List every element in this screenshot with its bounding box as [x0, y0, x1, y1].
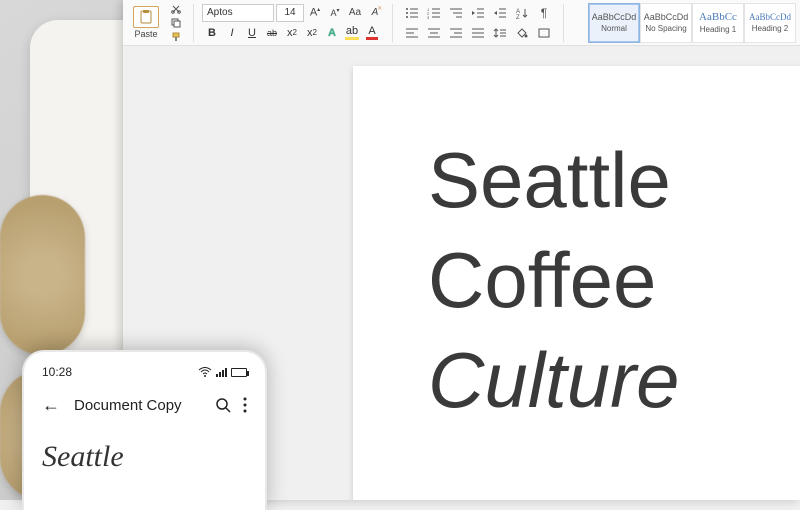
scissors-icon [171, 4, 181, 14]
style-preview: AaBbCcDd [749, 12, 791, 22]
strikethrough-button[interactable]: ab [262, 24, 282, 42]
phone-time: 10:28 [42, 365, 72, 379]
style-heading-1[interactable]: AaBbCc Heading 1 [692, 3, 744, 43]
styles-gallery: AaBbCcDd Normal AaBbCcDd No Spacing AaBb… [588, 3, 796, 43]
multilevel-list-button[interactable] [445, 4, 467, 22]
document-page[interactable]: Seattle Coffee Culture [353, 66, 800, 500]
style-name-label: Heading 2 [752, 24, 788, 33]
bucket-icon [515, 27, 529, 39]
svg-text:Z: Z [516, 15, 520, 19]
subscript-button[interactable]: x2 [282, 24, 302, 42]
numbering-icon: 123 [427, 7, 441, 19]
increase-indent-button[interactable] [489, 4, 511, 22]
copy-button[interactable] [167, 16, 185, 29]
paste-label: Paste [134, 29, 157, 39]
more-vertical-icon [243, 397, 247, 413]
borders-button[interactable] [533, 24, 555, 42]
highlight-button[interactable]: ab [342, 24, 362, 42]
document-title[interactable]: Seattle Coffee Culture [428, 131, 800, 430]
align-center-button[interactable] [423, 24, 445, 42]
svg-text:3: 3 [427, 15, 430, 19]
bold-button[interactable]: B [202, 24, 222, 42]
phone-header: ← Document Copy [42, 392, 247, 418]
sort-icon: AZ [515, 7, 529, 19]
italic-button[interactable]: I [222, 24, 242, 42]
phone-overlay: 10:28 ← Document Copy Seattle [22, 350, 267, 510]
separator [563, 4, 564, 42]
shrink-font-button[interactable]: A▾ [326, 4, 344, 22]
style-preview: AaBbCc [699, 11, 737, 23]
style-heading-2[interactable]: AaBbCcDd Heading 2 [744, 3, 796, 43]
title-line-1: Seattle [428, 131, 800, 231]
search-icon [215, 397, 231, 413]
ribbon-toolbar: Paste Aptos 14 A▴ A▾ Aa A✕ B I U [123, 0, 800, 46]
line-spacing-button[interactable] [489, 24, 511, 42]
cookie-decor-1 [0, 195, 85, 355]
font-color-button[interactable]: A [362, 24, 382, 42]
numbering-button[interactable]: 123 [423, 4, 445, 22]
align-left-icon [405, 27, 419, 39]
align-right-button[interactable] [445, 24, 467, 42]
separator [392, 4, 393, 42]
brush-icon [171, 32, 181, 42]
battery-icon [231, 368, 247, 377]
justify-button[interactable] [467, 24, 489, 42]
font-size-select[interactable]: 14 [276, 4, 304, 22]
format-painter-button[interactable] [167, 30, 185, 43]
clear-formatting-button[interactable]: A✕ [366, 4, 384, 22]
search-button[interactable] [215, 397, 231, 413]
wifi-icon [198, 367, 212, 377]
grow-font-button[interactable]: A▴ [306, 4, 324, 22]
signal-icon [216, 367, 227, 377]
style-normal[interactable]: AaBbCcDd Normal [588, 3, 640, 43]
phone-doc-content[interactable]: Seattle [42, 440, 247, 474]
underline-button[interactable]: U [242, 24, 262, 42]
phone-status-bar: 10:28 [42, 362, 247, 382]
justify-icon [471, 27, 485, 39]
align-right-icon [449, 27, 463, 39]
font-name-select[interactable]: Aptos [202, 4, 274, 22]
decrease-indent-button[interactable] [467, 4, 489, 22]
phone-doc-title: Document Copy [74, 397, 182, 414]
separator [193, 4, 194, 42]
multilevel-icon [449, 7, 463, 19]
spacing-icon [493, 27, 507, 39]
style-name-label: Normal [601, 24, 627, 33]
paste-button[interactable] [133, 6, 159, 28]
align-left-button[interactable] [401, 24, 423, 42]
style-name-label: Heading 1 [700, 25, 736, 34]
style-no-spacing[interactable]: AaBbCcDd No Spacing [640, 3, 692, 43]
shading-button[interactable] [511, 24, 533, 42]
text-effects-button[interactable]: A [322, 24, 342, 42]
align-center-icon [427, 27, 441, 39]
clipboard-icon [138, 9, 154, 25]
style-name-label: No Spacing [645, 24, 686, 33]
copy-icon [171, 18, 181, 28]
sort-button[interactable]: AZ [511, 4, 533, 22]
style-preview: AaBbCcDd [644, 12, 689, 22]
bullets-button[interactable] [401, 4, 423, 22]
outdent-icon [471, 7, 485, 19]
superscript-button[interactable]: x2 [302, 24, 322, 42]
back-button[interactable]: ← [42, 395, 60, 416]
bullets-icon [405, 7, 419, 19]
border-icon [537, 27, 551, 39]
cut-button[interactable] [167, 2, 185, 15]
show-marks-button[interactable]: ¶ [533, 4, 555, 22]
title-line-2: Coffee [428, 231, 800, 331]
title-line-3: Culture [428, 331, 800, 431]
change-case-button[interactable]: Aa [346, 4, 364, 22]
style-preview: AaBbCcDd [592, 12, 637, 22]
more-button[interactable] [243, 397, 247, 413]
indent-icon [493, 7, 507, 19]
